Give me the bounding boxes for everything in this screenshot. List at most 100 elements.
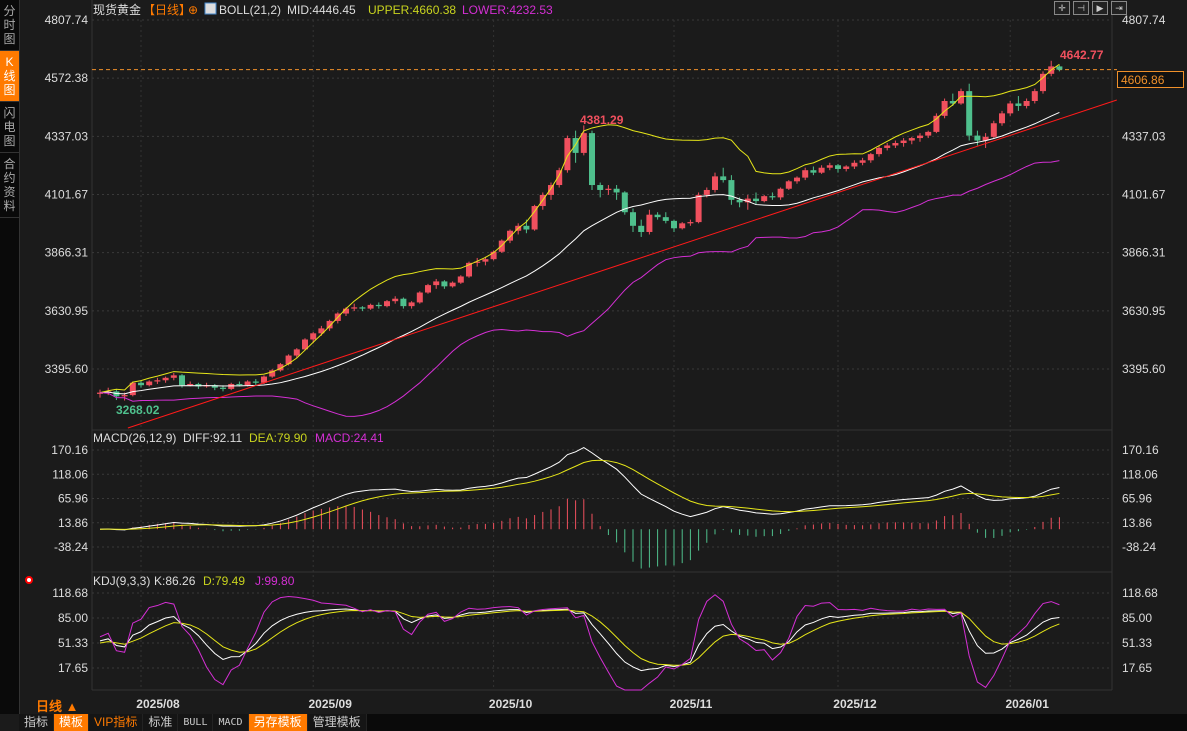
kdj-tick-label: 118.68	[52, 586, 88, 600]
candle-body	[859, 160, 866, 163]
candle-body	[375, 304, 382, 307]
candle-body	[695, 194, 702, 223]
macd-diff: DIFF:92.11	[183, 431, 242, 445]
candle-body	[121, 395, 128, 397]
play-icon[interactable]: ▶	[1092, 1, 1108, 15]
macd-tick-label: 170.16	[51, 443, 88, 457]
candle-body	[605, 188, 612, 190]
candle-body	[236, 383, 243, 386]
candle-body	[170, 375, 177, 378]
candle-body	[835, 165, 841, 169]
date-tick-label: 2025/10	[489, 697, 533, 711]
candle-body	[671, 220, 677, 229]
high-annotation: 4642.77	[1060, 48, 1104, 62]
candle-body	[769, 196, 776, 198]
candle-body	[433, 281, 440, 286]
manage-template-button[interactable]: 管理模板	[307, 714, 367, 731]
alert-icon[interactable]	[25, 576, 33, 584]
candle-body	[359, 307, 366, 309]
candle-body	[1023, 100, 1030, 106]
kdj-tick-label: 85.00	[58, 611, 88, 625]
price-tick-label: 3395.60	[45, 362, 89, 376]
candle-body	[1056, 66, 1063, 70]
candle-body	[384, 301, 390, 307]
candle-body	[564, 138, 571, 171]
boll-upper: UPPER:4660.38	[368, 3, 456, 17]
macd-tick-label: -38.24	[54, 540, 88, 554]
period-selector[interactable]: 日线 ▲	[36, 696, 78, 715]
vip-indicator-button[interactable]: VIP指标	[89, 714, 144, 731]
candle-body	[580, 133, 587, 153]
bottom-toolbar: 指标 模板 VIP指标 标准 BULL MACD 另存模板 管理模板	[19, 714, 1187, 731]
boll-mid: MID:4446.45	[287, 3, 356, 17]
zoom-start-icon[interactable]: ⊣	[1073, 1, 1089, 15]
standard-button[interactable]: 标准	[143, 714, 179, 731]
candle-body	[679, 223, 686, 229]
candle-body	[974, 135, 981, 141]
indicator-icon[interactable]	[204, 2, 217, 15]
macd-tick-label: 65.96	[58, 492, 88, 506]
crosshair-icon[interactable]: ✛	[1054, 1, 1070, 15]
candle-body	[310, 333, 317, 340]
candle-body	[892, 143, 899, 146]
candle-body	[138, 382, 144, 386]
price-tick-label: 3866.31	[45, 246, 89, 260]
date-tick-label: 2026/01	[1006, 697, 1050, 711]
kdj-tick-label: 118.68	[1122, 586, 1158, 600]
candle-body	[425, 285, 431, 293]
candle-body	[712, 176, 718, 190]
kdj-tick-label: 17.65	[1122, 661, 1152, 675]
target-icon[interactable]: ⊕	[188, 3, 198, 17]
boll-lower: LOWER:4232.53	[462, 3, 553, 17]
candle-body	[154, 380, 161, 382]
price-tick-label: 4572.38	[45, 71, 89, 85]
candle-body	[187, 383, 194, 386]
price-tick-label: 4101.67	[45, 188, 89, 202]
kdj-d: D:79.49	[203, 574, 245, 588]
kline-chart[interactable]: 4807.744807.744572.384572.384337.034337.…	[0, 0, 1187, 731]
candle-body	[392, 298, 399, 302]
kdj-tick-label: 51.33	[1122, 636, 1152, 650]
kdj-j: J:99.80	[255, 574, 295, 588]
candle-body	[999, 113, 1005, 124]
candle-body	[851, 162, 858, 167]
macd-button[interactable]: MACD	[213, 714, 249, 731]
bull-button[interactable]: BULL	[178, 714, 214, 731]
price-tick-label: 4807.74	[1122, 13, 1166, 27]
macd-value: MACD:24.41	[315, 431, 384, 445]
candle-body	[687, 222, 694, 224]
macd-tick-label: 170.16	[1122, 443, 1159, 457]
macd-tick-label: 118.06	[1122, 467, 1158, 481]
trend-line	[127, 99, 1117, 429]
candle-body	[179, 375, 185, 386]
candle-body	[523, 225, 530, 230]
candle-body	[400, 298, 407, 307]
candle-body	[548, 185, 554, 195]
candle-body	[794, 177, 800, 182]
save-template-button[interactable]: 另存模板	[248, 714, 308, 731]
candle-body	[662, 217, 669, 221]
price-tick-label: 4337.03	[45, 129, 89, 143]
candle-body	[285, 355, 292, 365]
candle-body	[1007, 103, 1014, 114]
macd-tick-label: 13.86	[1122, 516, 1152, 530]
macd-tick-label: -38.24	[1122, 540, 1156, 554]
end-icon[interactable]: ⇥	[1111, 1, 1127, 15]
candle-body	[720, 176, 727, 181]
candle-body	[630, 212, 636, 226]
candle-body	[326, 320, 333, 329]
candle-body	[654, 214, 661, 218]
price-tick-label: 4101.67	[1122, 188, 1166, 202]
candle-body	[367, 304, 374, 309]
kdj-k: K:86.26	[154, 574, 196, 588]
candle-body	[293, 349, 300, 356]
candle-body	[990, 123, 997, 137]
template-button[interactable]: 模板	[54, 714, 90, 731]
candle-body	[703, 189, 710, 195]
last-price-label: 4606.86	[1117, 71, 1184, 88]
price-tick-label: 4337.03	[1122, 129, 1166, 143]
indicator-button[interactable]: 指标	[19, 714, 55, 731]
price-tick-label: 3630.95	[45, 304, 89, 318]
kdj-tick-label: 17.65	[58, 661, 88, 675]
date-tick-label: 2025/12	[833, 697, 877, 711]
